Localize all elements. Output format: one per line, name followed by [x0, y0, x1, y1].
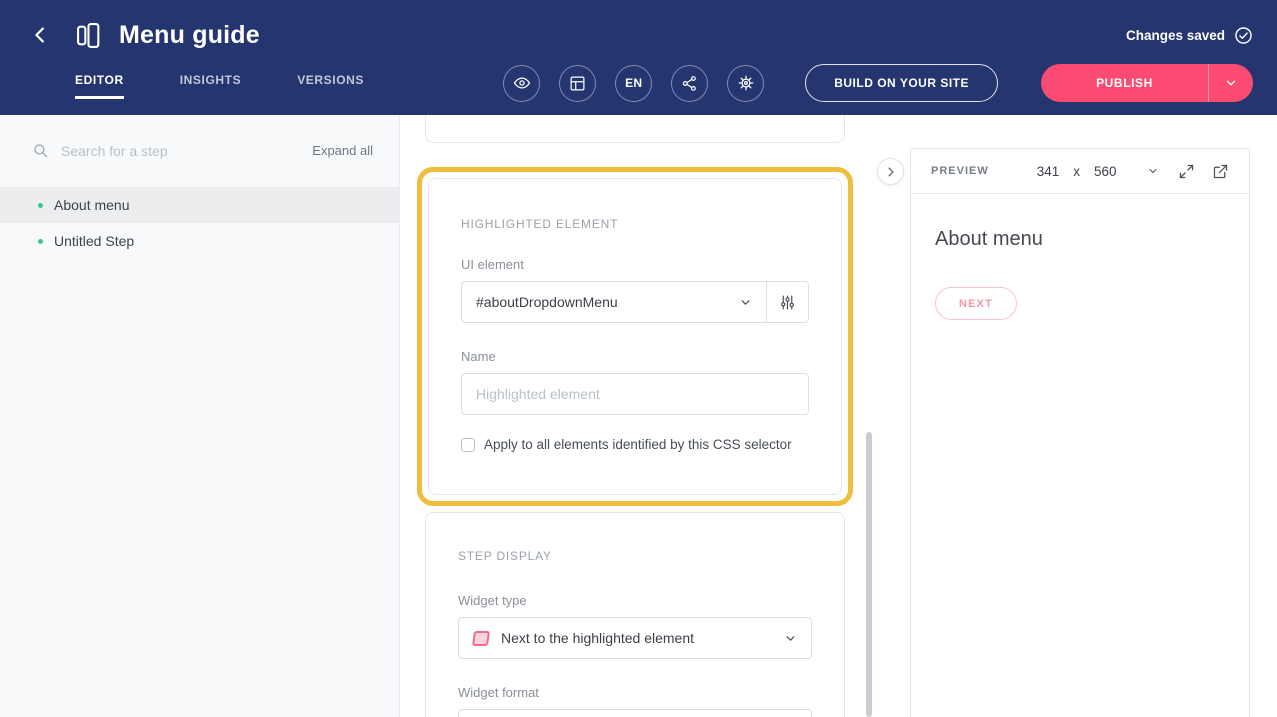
- changes-saved-status: Changes saved: [1126, 26, 1253, 45]
- header-top-row: Menu guide Changes saved: [0, 0, 1277, 58]
- ui-element-label: UI element: [461, 257, 809, 272]
- preview-width-value: 341: [1037, 164, 1060, 179]
- widget-type-icon: [472, 631, 490, 646]
- chevron-down-icon: [739, 296, 752, 309]
- step-label: Untitled Step: [54, 233, 134, 249]
- app-logo-icon: [76, 22, 103, 49]
- build-on-your-site-button[interactable]: BUILD ON YOUR SITE: [805, 64, 998, 102]
- highlighted-element-card: HIGHLIGHTED ELEMENT UI element #aboutDro…: [428, 178, 842, 495]
- preview-actions: [1178, 163, 1229, 180]
- step-item-about-menu[interactable]: About menu: [0, 187, 399, 223]
- ui-element-row: #aboutDropdownMenu: [461, 281, 809, 323]
- step-display-card: STEP DISPLAY Widget type Next to the hig…: [425, 512, 845, 717]
- preview-collapse-button[interactable]: [877, 158, 904, 185]
- publish-button[interactable]: PUBLISH: [1041, 64, 1208, 102]
- publish-button-group: PUBLISH: [1041, 64, 1253, 102]
- language-button[interactable]: EN: [615, 65, 652, 102]
- element-settings-button[interactable]: [767, 281, 809, 323]
- preview-step-title: About menu: [935, 228, 1225, 251]
- name-label: Name: [461, 349, 809, 364]
- expand-all-link[interactable]: Expand all: [312, 143, 373, 158]
- preview-size-dropdown[interactable]: 341 x 560: [1037, 164, 1159, 179]
- preview-title: PREVIEW: [931, 165, 989, 177]
- gear-icon: [737, 74, 755, 92]
- page-title: Menu guide: [119, 21, 260, 50]
- section-title: STEP DISPLAY: [458, 549, 812, 563]
- step-label: About menu: [54, 197, 130, 213]
- ui-element-select[interactable]: #aboutDropdownMenu: [461, 281, 767, 323]
- step-list: About menu Untitled Step: [0, 187, 399, 259]
- preview-size-separator: x: [1073, 164, 1080, 179]
- widget-format-label: Widget format: [458, 685, 812, 700]
- step-status-dot: [38, 239, 43, 244]
- settings-button[interactable]: [727, 65, 764, 102]
- external-link-icon: [1212, 163, 1229, 180]
- ui-element-value: #aboutDropdownMenu: [476, 294, 739, 310]
- step-search-row: Expand all: [0, 115, 399, 175]
- preview-eye-button[interactable]: [503, 65, 540, 102]
- widget-format-select[interactable]: [458, 709, 812, 717]
- highlight-ring: HIGHLIGHTED ELEMENT UI element #aboutDro…: [417, 167, 853, 506]
- step-editor-column: HIGHLIGHTED ELEMENT UI element #aboutDro…: [400, 115, 910, 717]
- chevron-down-icon: [1147, 165, 1159, 177]
- chevron-down-icon: [1224, 76, 1238, 90]
- apply-all-row: Apply to all elements identified by this…: [461, 437, 809, 452]
- back-button[interactable]: [26, 20, 56, 50]
- search-icon: [32, 142, 49, 159]
- editor-scrollbar-thumb[interactable]: [866, 432, 872, 717]
- tab-versions[interactable]: VERSIONS: [297, 73, 364, 99]
- layout-button[interactable]: [559, 65, 596, 102]
- step-item-untitled-step[interactable]: Untitled Step: [0, 223, 399, 259]
- header-tab-row: EDITOR INSIGHTS VERSIONS EN: [0, 58, 1277, 108]
- publish-dropdown-button[interactable]: [1208, 64, 1253, 102]
- apply-all-checkbox[interactable]: [461, 438, 475, 452]
- header-action-icons: EN BUILD ON YOUR SITE PUBLISH: [503, 64, 1253, 102]
- preview-panel: PREVIEW 341 x 560 About menu NEXT: [910, 148, 1250, 717]
- layout-icon: [569, 75, 586, 92]
- preview-height-value: 560: [1094, 164, 1117, 179]
- chevron-down-icon: [784, 632, 797, 645]
- eye-icon: [513, 74, 531, 92]
- preview-header: PREVIEW 341 x 560: [911, 149, 1249, 194]
- preview-next-button[interactable]: NEXT: [935, 287, 1017, 320]
- share-icon: [681, 75, 698, 92]
- widget-type-value: Next to the highlighted element: [501, 630, 784, 646]
- name-input[interactable]: [461, 373, 809, 415]
- check-circle-icon: [1234, 26, 1253, 45]
- preview-fullscreen-button[interactable]: [1178, 163, 1195, 180]
- app-header: Menu guide Changes saved EDITOR INSIGHTS…: [0, 0, 1277, 115]
- tab-editor[interactable]: EDITOR: [75, 73, 124, 99]
- widget-type-label: Widget type: [458, 593, 812, 608]
- section-title: HIGHLIGHTED ELEMENT: [461, 217, 809, 231]
- language-badge: EN: [625, 76, 642, 90]
- chevron-right-icon: [884, 165, 898, 179]
- preview-content: About menu NEXT: [911, 194, 1249, 354]
- widget-type-select[interactable]: Next to the highlighted element: [458, 617, 812, 659]
- sliders-icon: [779, 294, 796, 311]
- share-button[interactable]: [671, 65, 708, 102]
- status-text: Changes saved: [1126, 28, 1225, 43]
- chevron-left-icon: [30, 24, 52, 46]
- step-search-input[interactable]: [61, 143, 302, 159]
- tab-insights[interactable]: INSIGHTS: [180, 73, 241, 99]
- previous-card-partial: [425, 115, 845, 143]
- steps-sidebar: Expand all About menu Untitled Step: [0, 115, 400, 717]
- step-status-dot: [38, 203, 43, 208]
- maximize-icon: [1178, 163, 1195, 180]
- preview-open-external-button[interactable]: [1212, 163, 1229, 180]
- apply-all-label: Apply to all elements identified by this…: [484, 437, 792, 452]
